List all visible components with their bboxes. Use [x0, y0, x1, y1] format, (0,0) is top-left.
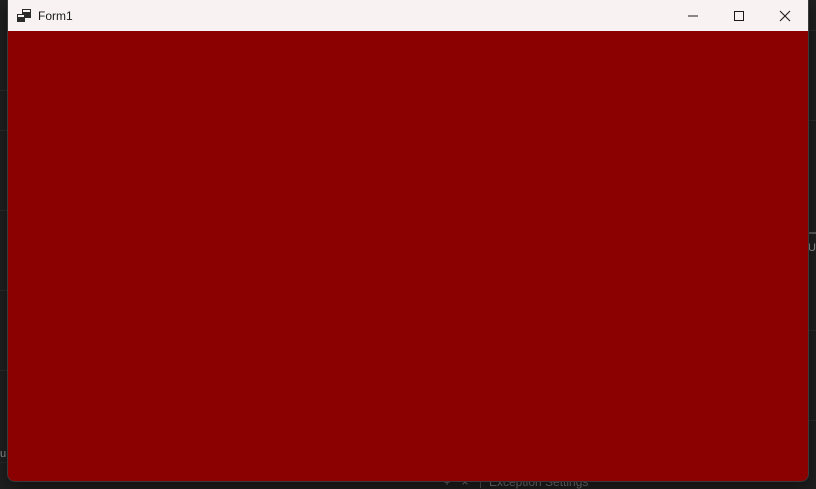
- bg-divider: [0, 210, 8, 211]
- bg-text-fragment: U I: [808, 242, 816, 254]
- bg-divider: [0, 130, 8, 131]
- bg-divider: [808, 420, 816, 421]
- maximize-icon: [734, 10, 744, 21]
- bg-divider: [0, 290, 8, 291]
- minimize-button[interactable]: [670, 0, 716, 31]
- bg-divider: [808, 330, 816, 331]
- maximize-button[interactable]: [716, 0, 762, 31]
- bg-divider: [808, 232, 816, 234]
- bg-divider: [0, 370, 8, 371]
- form-window[interactable]: Form1: [8, 0, 808, 481]
- form-client-area[interactable]: [8, 31, 808, 481]
- title-bar[interactable]: Form1: [8, 0, 808, 31]
- close-button[interactable]: [762, 0, 808, 31]
- minimize-icon: [688, 15, 698, 16]
- bg-divider: [0, 90, 8, 91]
- caption-buttons: [670, 0, 808, 31]
- close-icon: [779, 10, 791, 21]
- window-title: Form1: [38, 8, 73, 23]
- bg-divider: [808, 30, 816, 31]
- app-icon[interactable]: [17, 8, 31, 23]
- bg-text-fragment: u: [0, 448, 7, 460]
- bg-divider: [808, 120, 816, 121]
